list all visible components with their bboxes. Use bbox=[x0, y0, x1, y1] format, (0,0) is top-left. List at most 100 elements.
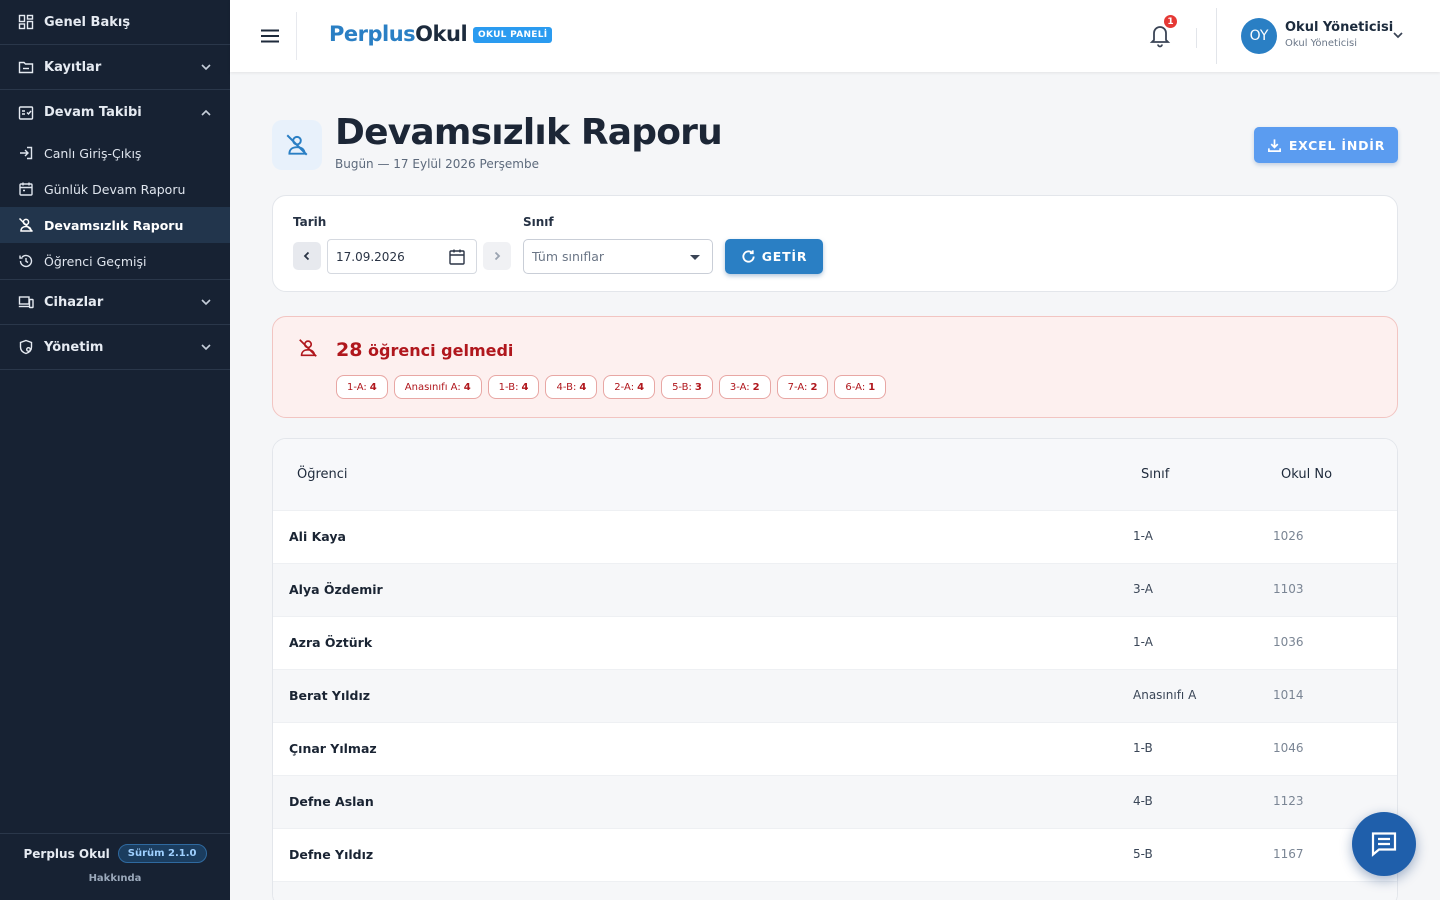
class-chips: 1-A: 4 Anasınıfı A: 4 1-B: 4 4-B: 4 2-A: 4 5-… bbox=[336, 375, 892, 399]
student-no: 1103 bbox=[1273, 582, 1304, 596]
sidebar-item-genel-bakis[interactable]: Genel Bakış bbox=[0, 0, 230, 45]
app-name: Perplus Okul bbox=[23, 846, 110, 861]
sidebar-item-devam-takibi[interactable]: Devam Takibi bbox=[0, 90, 230, 135]
column-header-student[interactable]: Öğrenci bbox=[297, 467, 348, 482]
calendar-icon bbox=[17, 180, 35, 198]
student-name: Alya Özdemir bbox=[289, 582, 383, 597]
table-row[interactable]: Alya Özdemir 3-A 1103 bbox=[273, 564, 1397, 617]
date-input[interactable]: 17.09.2026 bbox=[327, 239, 477, 274]
student-no: 1026 bbox=[1273, 529, 1304, 543]
class-chip[interactable]: 6-A: 1 bbox=[834, 375, 887, 399]
sidebar-item-kayitlar[interactable]: Kayıtlar bbox=[0, 45, 230, 90]
table-row[interactable]: Defne Aslan 4-B 1123 bbox=[273, 776, 1397, 829]
sidebar-item-devamsizlik-raporu[interactable]: Devamsızlık Raporu bbox=[0, 207, 230, 243]
class-chip[interactable]: 1-B: 4 bbox=[487, 375, 540, 399]
sidebar-item-yonetim[interactable]: Yönetim bbox=[0, 325, 230, 370]
sidebar-item-cihazlar[interactable]: Cihazlar bbox=[0, 280, 230, 325]
panel-badge: OKUL PANELİ bbox=[473, 27, 553, 43]
class-chip[interactable]: 1-A: 4 bbox=[336, 375, 388, 399]
hamburger-menu-icon[interactable] bbox=[258, 24, 282, 48]
user-name[interactable]: Okul Yöneticisi bbox=[1285, 20, 1393, 35]
excel-download-button[interactable]: EXCEL İNDİR bbox=[1254, 127, 1398, 163]
student-class: 3-A bbox=[1133, 582, 1153, 596]
about-link[interactable]: Hakkında bbox=[0, 873, 230, 884]
sidebar-item-canli-giris-cikis[interactable]: Canlı Giriş-Çıkış bbox=[0, 135, 230, 171]
table-row[interactable]: Berat Yıldız Anasınıfı A 1014 bbox=[273, 670, 1397, 723]
chevron-down-icon[interactable] bbox=[1391, 28, 1405, 42]
next-day-button[interactable] bbox=[483, 242, 511, 270]
sidebar-item-label: Öğrenci Geçmişi bbox=[44, 253, 147, 269]
sidebar-item-label: Devamsızlık Raporu bbox=[44, 217, 184, 233]
student-no: 1123 bbox=[1273, 794, 1304, 808]
chevron-down-icon bbox=[201, 344, 211, 351]
student-no: 1014 bbox=[1273, 688, 1304, 702]
class-chip[interactable]: 5-B: 3 bbox=[661, 375, 713, 399]
table-row[interactable]: Ali Kaya 1-A 1026 bbox=[273, 511, 1397, 564]
absence-count: 28 bbox=[336, 339, 363, 361]
student-name: Berat Yıldız bbox=[289, 688, 371, 703]
student-no: 1046 bbox=[1273, 741, 1304, 755]
absence-summary-alert: 28 öğrenci gelmedi 1-A: 4 Anasınıfı A: 4 1… bbox=[272, 316, 1398, 418]
notification-count-badge: 1 bbox=[1162, 13, 1179, 30]
sidebar-item-label: Kayıtlar bbox=[44, 59, 102, 75]
admin-icon bbox=[17, 338, 35, 356]
sidebar-footer: Perplus Okul Sürüm 2.1.0 Hakkında bbox=[0, 833, 230, 900]
login-icon bbox=[17, 144, 35, 162]
page-icon bbox=[272, 120, 322, 170]
chevron-right-icon bbox=[494, 251, 501, 261]
version-badge: Sürüm 2.1.0 bbox=[117, 844, 207, 863]
class-chip[interactable]: Anasınıfı A: 4 bbox=[393, 375, 482, 399]
student-class: 1-A bbox=[1133, 635, 1153, 649]
person-off-icon bbox=[17, 216, 35, 234]
absence-text: öğrenci gelmedi bbox=[368, 341, 514, 360]
sidebar-item-label: Devam Takibi bbox=[44, 105, 142, 120]
class-chip[interactable]: 7-A: 2 bbox=[776, 375, 829, 399]
calendar-icon[interactable] bbox=[448, 248, 466, 266]
student-no: 1036 bbox=[1273, 635, 1304, 649]
student-class: 4-B bbox=[1133, 794, 1153, 808]
chat-icon bbox=[1371, 832, 1397, 857]
sidebar: Genel Bakış Kayıtlar Devam Takibi Canlı … bbox=[0, 0, 230, 900]
sidebar-item-label: Cihazlar bbox=[44, 294, 104, 310]
class-chip[interactable]: 3-A: 2 bbox=[718, 375, 771, 399]
class-select[interactable]: Tüm sınıflar bbox=[523, 239, 713, 274]
dashboard-icon bbox=[17, 13, 35, 31]
history-icon bbox=[17, 252, 35, 270]
table-row[interactable]: Defne Yıldız 5-B 1167 bbox=[273, 829, 1397, 882]
student-class: Anasınıfı A bbox=[1133, 688, 1197, 702]
class-chip[interactable]: 4-B: 4 bbox=[545, 375, 598, 399]
avatar[interactable]: OY bbox=[1241, 18, 1277, 54]
topbar: PerplusOkul OKUL PANELİ 1 OY Okul Yöneti… bbox=[230, 0, 1440, 72]
table-row[interactable]: Çınar Yılmaz 1-B 1046 bbox=[273, 723, 1397, 776]
chat-button[interactable] bbox=[1352, 812, 1416, 876]
student-name: Ali Kaya bbox=[289, 529, 346, 544]
column-header-class[interactable]: Sınıf bbox=[1141, 467, 1169, 482]
getir-button[interactable]: GETİR bbox=[725, 239, 823, 274]
sidebar-item-gunluk-devam-raporu[interactable]: Günlük Devam Raporu bbox=[0, 171, 230, 207]
student-class: 1-A bbox=[1133, 529, 1153, 543]
sidebar-item-label: Genel Bakış bbox=[44, 14, 131, 30]
person-off-icon bbox=[299, 339, 317, 357]
user-role: Okul Yöneticisi bbox=[1285, 38, 1358, 49]
chevron-left-icon bbox=[303, 251, 310, 261]
date-label: Tarih bbox=[293, 215, 327, 229]
student-name: Defne Yıldız bbox=[289, 847, 374, 862]
divider bbox=[1196, 28, 1197, 48]
student-class: 1-B bbox=[1133, 741, 1153, 755]
absence-table: Öğrenci Sınıf Okul No Ali Kaya 1-A 1026 … bbox=[272, 438, 1398, 900]
absence-summary-title: 28 öğrenci gelmedi bbox=[336, 339, 513, 361]
brand-logo[interactable]: PerplusOkul bbox=[329, 22, 468, 46]
column-header-school-no[interactable]: Okul No bbox=[1281, 467, 1332, 482]
class-chip[interactable]: 2-A: 4 bbox=[603, 375, 656, 399]
prev-day-button[interactable] bbox=[293, 242, 321, 270]
table-row[interactable] bbox=[273, 882, 1397, 900]
chevron-down-icon bbox=[201, 299, 211, 306]
folder-icon bbox=[17, 58, 35, 76]
sidebar-item-ogrenci-gecmisi[interactable]: Öğrenci Geçmişi bbox=[0, 243, 230, 279]
download-icon bbox=[1267, 138, 1281, 152]
sidebar-item-label: Günlük Devam Raporu bbox=[44, 181, 186, 197]
student-name: Çınar Yılmaz bbox=[289, 741, 377, 756]
chevron-up-icon bbox=[201, 109, 211, 116]
student-name: Defne Aslan bbox=[289, 794, 374, 809]
table-row[interactable]: Azra Öztürk 1-A 1036 bbox=[273, 617, 1397, 670]
